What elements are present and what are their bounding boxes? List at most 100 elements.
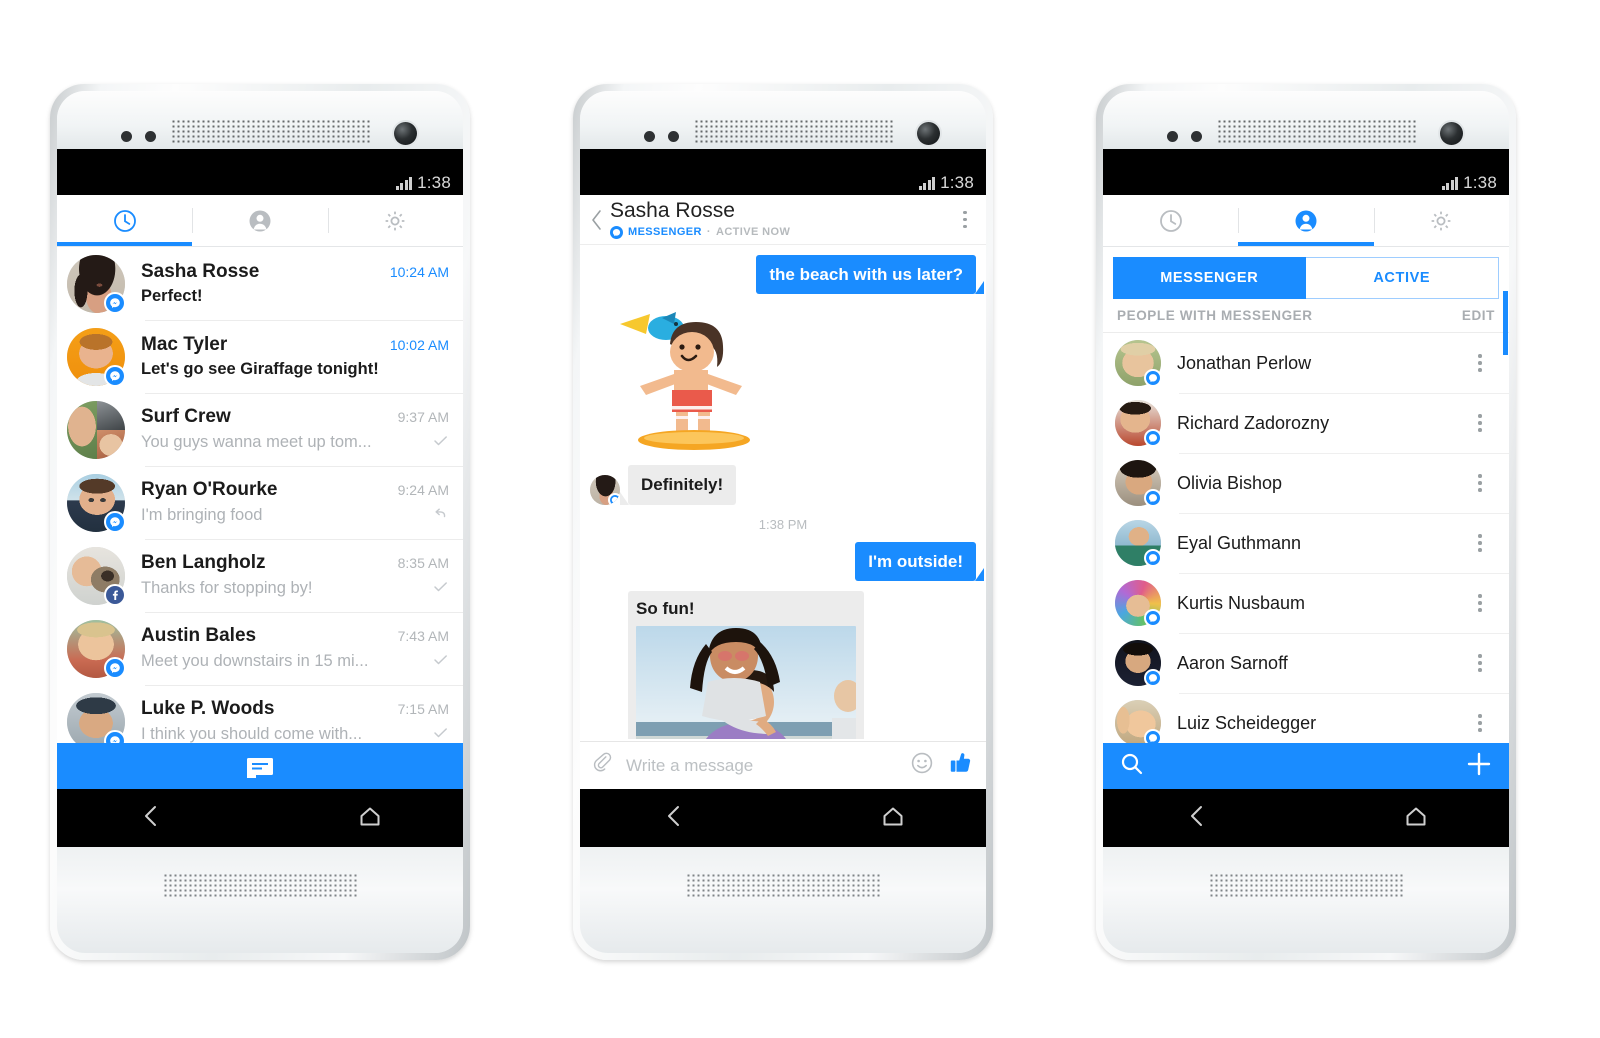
kebab-menu-icon[interactable] [1469,414,1495,432]
speaker-grille [1209,873,1403,897]
sensor-dots-icon [121,131,156,142]
phone-body-inner: 1:38 Sasha Rosse MESSENGER · ACTIVE NOW … [580,91,986,953]
kebab-menu-icon[interactable] [1469,534,1495,552]
phone-device-1: 1:38 Sasha Rosse 10:24 AM Perfect! Mac T… [50,84,470,960]
tab-bar [1103,195,1509,247]
avatar [1115,520,1162,567]
status-bar-clock: 1:38 [1463,173,1497,192]
edit-button[interactable]: EDIT [1462,308,1495,323]
message-composer: Write a message [580,741,986,789]
bottom-bezel [580,847,986,953]
status-bar: 1:38 [57,171,463,195]
speaker-grille [163,873,357,897]
clock-icon [113,209,136,232]
thread-content: Ben Langholz 8:35 AM Thanks for stopping… [141,552,449,600]
plus-icon[interactable] [1465,750,1493,783]
thread-content: Austin Bales 7:43 AM Meet you downstairs… [141,625,449,673]
thread-time: 9:24 AM [397,481,449,498]
list-section-header: PEOPLE WITH MESSENGER EDIT [1103,299,1509,333]
tab-active[interactable]: ACTIVE [1305,257,1499,299]
home-icon[interactable] [357,803,383,834]
list-item[interactable]: Richard Zadorozny [1103,393,1509,453]
thread-time: 9:37 AM [397,408,449,425]
search-icon[interactable] [1119,751,1145,782]
surfer-sticker [614,300,774,455]
paperclip-icon[interactable] [592,752,614,779]
kebab-menu-icon[interactable] [1469,654,1495,672]
screenshot-stage: 1:38 Sasha Rosse 10:24 AM Perfect! Mac T… [0,0,1600,1038]
contact-name: Eyal Guthmann [1177,532,1302,553]
tab-recent[interactable] [57,195,193,246]
android-nav-bar [1103,789,1509,847]
table-row[interactable]: Ryan O'Rourke 9:24 AM I'm bringing food [57,466,463,539]
thread-status-icon [427,432,449,454]
back-chevron-icon[interactable] [662,803,688,834]
speaker-grille [686,873,880,897]
message-bubble-incoming[interactable]: Definitely! [619,465,737,505]
message-list: the beach with us later? Definitely! 1:3… [580,245,986,739]
thread-content: Mac Tyler 10:02 AM Let's go see Giraffag… [141,334,449,379]
beach-piggyback-photo[interactable] [636,625,856,739]
tab-settings[interactable] [1373,195,1509,246]
tab-settings[interactable] [327,195,463,246]
earpiece-grille [1217,119,1417,145]
scrollbar[interactable] [1503,291,1508,355]
kebab-menu-icon[interactable] [954,210,980,229]
list-item[interactable]: Kurtis Nusbaum [1103,573,1509,633]
tab-messenger[interactable]: MESSENGER [1113,257,1306,299]
messenger-badge-icon [1144,669,1162,687]
signal-bars-icon [395,176,413,190]
messenger-badge-icon [104,291,126,314]
status-bar-clock: 1:38 [940,173,974,192]
list-item[interactable]: Eyal Guthmann [1103,513,1509,573]
messenger-badge-icon [1144,489,1162,507]
presence-label: ACTIVE NOW [715,226,791,239]
kebab-menu-icon[interactable] [1469,714,1495,732]
clock-icon [1159,209,1182,232]
tab-bar [57,195,463,247]
list-item[interactable]: Jonathan Perlow [1103,333,1509,393]
presence-separator: · [706,226,711,239]
kebab-menu-icon[interactable] [1469,354,1495,372]
contact-name: Luiz Scheidegger [1177,712,1317,733]
thread-time: 10:24 AM [389,264,449,280]
thread-snippet: Perfect! [141,287,203,305]
thumbs-up-icon[interactable] [948,750,974,781]
thread-status-icon [427,651,449,673]
kebab-menu-icon[interactable] [1469,594,1495,612]
back-chevron-icon[interactable] [586,209,608,231]
tab-recent[interactable] [1103,195,1238,246]
table-row[interactable]: Mac Tyler 10:02 AM Let's go see Giraffag… [57,320,463,393]
smiley-icon[interactable] [910,751,934,780]
avatar [67,327,126,387]
thread-content: Ryan O'Rourke 9:24 AM I'm bringing food [141,479,449,527]
table-row[interactable]: Surf Crew 9:37 AM You guys wanna meet up… [57,393,463,466]
avatar [1115,580,1162,627]
phone-device-2: 1:38 Sasha Rosse MESSENGER · ACTIVE NOW … [573,84,993,960]
compose-message-button[interactable] [57,743,463,789]
message-photo-card[interactable]: So fun! [628,590,864,739]
avatar [67,619,126,679]
table-row[interactable]: Sasha Rosse 10:24 AM Perfect! [57,247,463,320]
table-row[interactable]: Austin Bales 7:43 AM Meet you downstairs… [57,612,463,685]
home-icon[interactable] [880,803,906,834]
back-chevron-icon[interactable] [1185,803,1211,834]
message-bubble-outgoing[interactable]: I'm outside! [855,541,984,582]
back-chevron-icon[interactable] [139,803,165,834]
message-input[interactable]: Write a message [614,756,910,776]
kebab-menu-icon[interactable] [1469,474,1495,492]
status-bar-clock: 1:38 [417,173,451,192]
avatar [67,254,126,314]
home-icon[interactable] [1403,803,1429,834]
tab-contacts[interactable] [192,195,327,246]
messenger-badge-icon [104,510,126,533]
message-bubble-outgoing[interactable]: the beach with us later? [756,255,984,295]
top-bezel [580,91,986,149]
tab-contacts[interactable] [1238,195,1374,246]
segmented-control: MESSENGER ACTIVE [1113,257,1499,299]
list-item[interactable]: Aaron Sarnoff [1103,633,1509,693]
chat-title-block[interactable]: Sasha Rosse MESSENGER · ACTIVE NOW [608,200,954,239]
list-item[interactable]: Olivia Bishop [1103,453,1509,513]
avatar [67,546,126,606]
table-row[interactable]: Ben Langholz 8:35 AM Thanks for stopping… [57,539,463,612]
